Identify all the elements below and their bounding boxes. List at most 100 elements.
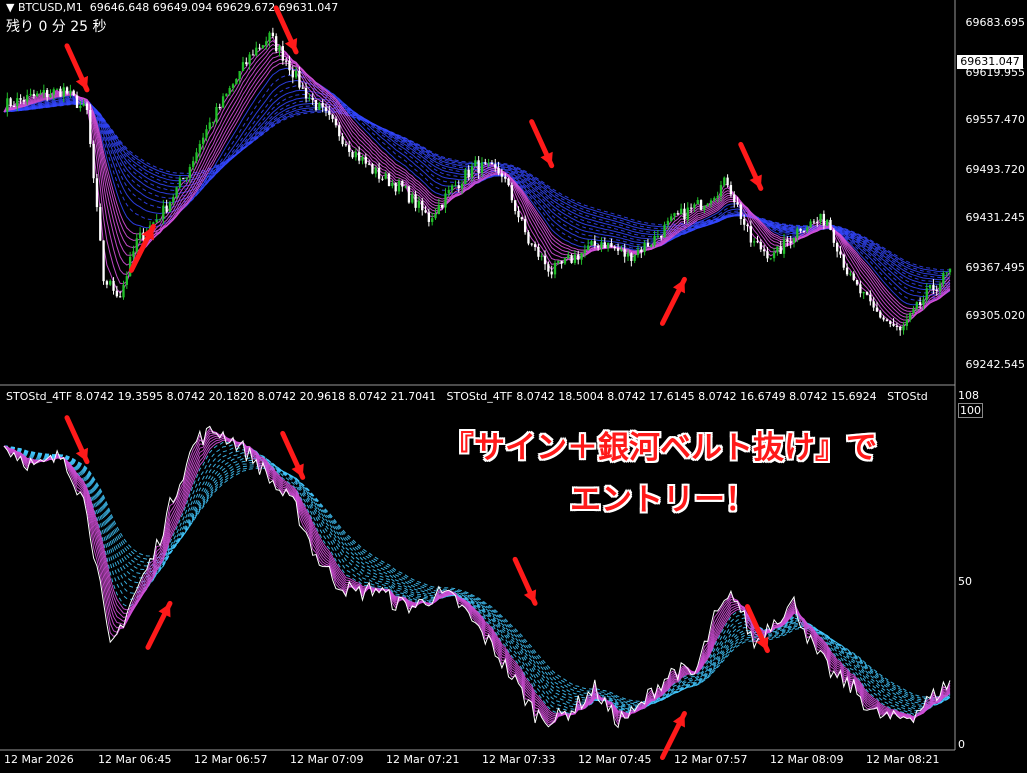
candle-body [450,185,454,191]
candle-body [623,249,626,257]
candle-body [122,284,125,298]
candle-body [849,273,852,275]
candle-body [351,151,354,158]
candle-body [510,185,514,201]
chart-canvas[interactable] [0,0,1027,773]
candle-body [89,110,92,144]
candle-body [431,218,434,222]
candle-body [557,260,560,264]
entry-arrow [512,556,538,606]
candle-body [792,237,796,243]
candle-body [334,118,338,126]
price-tick: 69493.720 [965,163,1026,176]
candle-body [341,136,344,145]
price-tick: 69683.695 [965,16,1026,29]
candle-body [65,87,69,94]
osc-tick-100: 100 [958,403,983,418]
candle-body [514,200,517,211]
time-tick: 12 Mar 2026 [4,753,74,766]
osc-belt-line [3,445,951,713]
candle-body [55,88,59,90]
candle-body [799,228,802,231]
candle-body [759,242,762,250]
candle-body [729,185,733,195]
candle-body [470,166,474,178]
candle-body [593,241,596,246]
belt-line [3,74,951,301]
candle-body [806,227,809,232]
belt-line [3,93,951,288]
candle-body [109,280,112,285]
candle-body [397,180,401,192]
candle-body [115,290,119,297]
candle-body [480,162,484,173]
candle-body [308,98,311,100]
candle-body [135,238,138,252]
candle-body [251,54,255,56]
candle-body [394,182,397,192]
candle-body [530,243,533,245]
candle-body [464,169,467,184]
candle-body [314,99,318,110]
candle-body [739,204,743,220]
candle-body [49,94,52,98]
candle-body [553,263,557,275]
candle-body [36,93,39,97]
candle-body [411,194,414,203]
candle-body [228,87,231,94]
candle-body [603,242,606,248]
price-tick: 69242.545 [965,358,1026,371]
candle-body [271,32,275,37]
candle-body [79,105,82,108]
time-tick: 12 Mar 08:21 [866,753,940,766]
candle-body [666,220,670,225]
candle-body [928,284,932,289]
candle-body [102,240,105,282]
candle-body [52,89,55,95]
time-tick: 12 Mar 06:45 [98,753,172,766]
time-tick: 12 Mar 07:45 [578,753,652,766]
candle-body [839,251,842,255]
candle-body [925,288,928,300]
candle-body [182,178,185,180]
candle-body [859,284,862,294]
candle-body [517,210,520,218]
candle-body [205,129,208,138]
candle-body [377,168,381,179]
candle-body [494,164,497,168]
candle-body [504,176,507,179]
candle-body [537,246,540,257]
candle-body [218,107,221,109]
candle-body [789,241,792,243]
time-tick: 12 Mar 07:57 [674,753,748,766]
candle-body [421,200,424,211]
candle-body [225,93,228,97]
candle-body [387,173,391,187]
candle-body [6,98,9,112]
candle-body [417,200,421,208]
candle-body [361,156,364,161]
candle-body [440,204,444,208]
osc-belt-line [3,445,951,705]
candle-body [819,213,822,222]
candle-body [673,213,676,217]
candle-body [733,194,736,203]
candle-body [706,203,709,206]
candle-body [185,177,188,179]
candle-body [321,103,324,108]
candle-body [709,200,713,204]
candle-body [749,226,753,243]
candle-body [643,242,646,253]
candle-body [447,190,450,194]
candle-body [467,169,470,178]
candle-body [832,229,835,243]
candle-body [942,273,945,284]
price-tick: 69367.495 [965,261,1026,274]
time-tick: 12 Mar 08:09 [770,753,844,766]
candle-body [208,122,211,130]
candle-body [567,255,570,259]
candle-body [826,219,829,226]
candle-body [892,324,895,326]
candle-body [696,200,699,205]
candle-body [650,245,653,247]
